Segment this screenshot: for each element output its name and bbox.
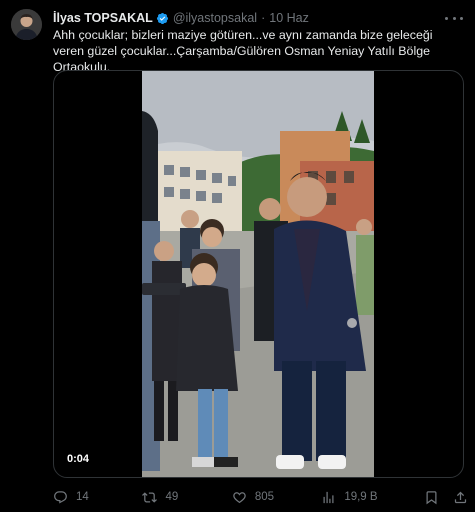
like-icon [233, 491, 246, 503]
author-name[interactable]: İlyas TOPSAKAL [53, 11, 153, 25]
share-icon[interactable] [453, 490, 468, 505]
retweet-count: 49 [165, 491, 179, 503]
author-handle[interactable]: @ilyastopsakal [173, 11, 257, 25]
retweet-icon [142, 491, 158, 503]
views-count: 19,9 B [344, 491, 378, 503]
more-icon[interactable] [445, 12, 463, 24]
views-button[interactable]: 19,9 B [321, 490, 378, 505]
video-frame[interactable] [142, 71, 374, 477]
video-duration: 0:04 [62, 451, 95, 467]
bookmark-icon[interactable] [424, 490, 439, 505]
verified-badge-icon [156, 12, 169, 25]
tweet[interactable]: İlyas TOPSAKAL @ilyastopsakal · 10 Haz A… [0, 0, 475, 512]
reply-icon [54, 490, 67, 504]
like-count: 805 [254, 491, 275, 503]
retweet-button[interactable]: 49 [142, 490, 185, 505]
bookmark-share-group [424, 490, 468, 505]
separator-dot: · [261, 11, 266, 25]
like-button[interactable]: 805 [232, 490, 275, 505]
views-icon [323, 491, 334, 503]
reply-button[interactable]: 14 [53, 490, 96, 505]
tweet-text: Ahh çocuklar; bizleri maziye götüren...v… [53, 28, 433, 74]
reply-count: 14 [76, 491, 89, 503]
tweet-time[interactable]: 10 Haz [269, 11, 309, 25]
tweet-header: İlyas TOPSAKAL @ilyastopsakal · 10 Haz [53, 10, 309, 26]
action-bar: 14 49 805 19,9 B [53, 488, 468, 506]
video-player[interactable]: 0:04 [53, 70, 464, 478]
avatar[interactable] [11, 9, 42, 40]
